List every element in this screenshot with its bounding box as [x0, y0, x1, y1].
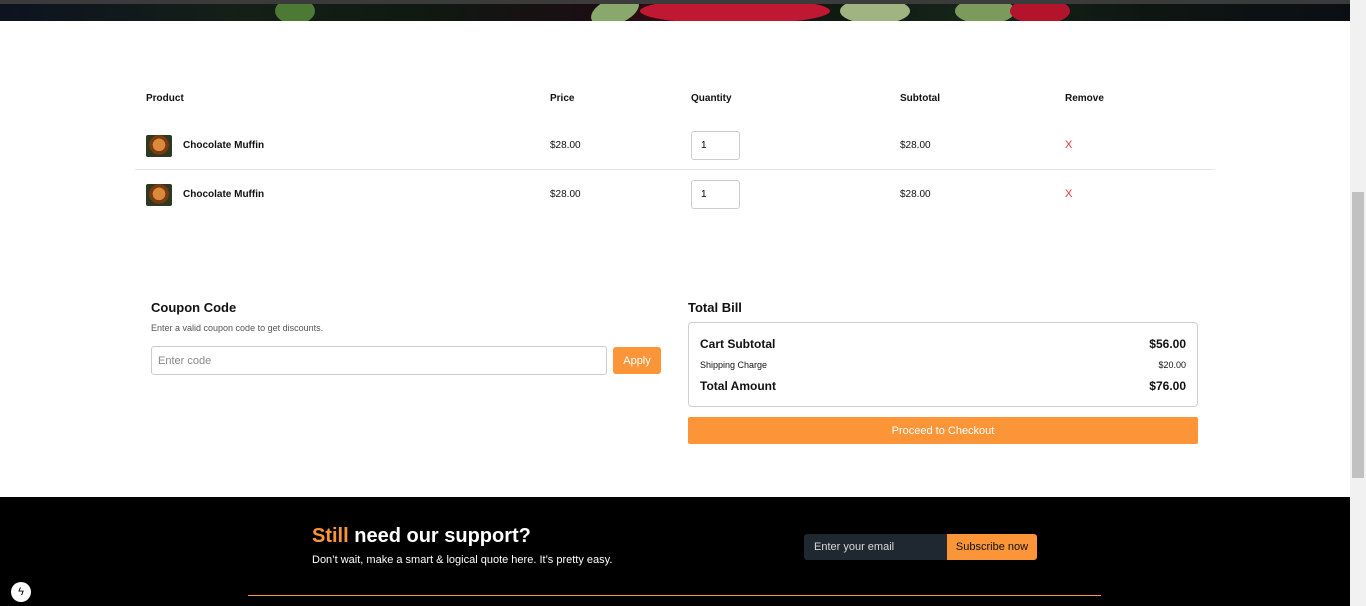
shipping-value: $20.00 — [1158, 360, 1186, 370]
header-subtotal: Subtotal — [900, 93, 940, 104]
total-amount-row: Total Amount $76.00 — [700, 379, 1186, 393]
hero-banner-image — [0, 4, 1350, 21]
subscribe-button[interactable]: Subscribe now — [947, 534, 1037, 560]
quantity-input[interactable] — [691, 180, 740, 209]
quantity-input[interactable] — [691, 131, 740, 160]
coupon-description: Enter a valid coupon code to get discoun… — [151, 323, 324, 333]
coupon-title: Coupon Code — [151, 300, 237, 315]
header-product: Product — [146, 93, 184, 104]
support-title: Still need our support? — [312, 525, 531, 548]
footer-divider — [248, 595, 1101, 596]
product-name: Chocolate Muffin — [183, 189, 265, 200]
product-subtotal: $28.00 — [900, 189, 931, 200]
lightning-icon[interactable]: ϟ — [11, 582, 31, 602]
muffin-thumbnail-icon — [146, 135, 172, 157]
footer-support: Still need our support? Don’t wait, make… — [0, 497, 1350, 606]
shipping-label: Shipping Charge — [700, 360, 768, 370]
cart-subtotal-row: Cart Subtotal $56.00 — [700, 337, 1186, 351]
proceed-to-checkout-button[interactable]: Proceed to Checkout — [688, 417, 1198, 444]
total-amount-label: Total Amount — [700, 379, 776, 393]
shipping-row: Shipping Charge $20.00 — [700, 360, 1186, 370]
table-row: Chocolate Muffin $28.00 $28.00 X — [135, 121, 1215, 170]
support-title-rest: need our support? — [354, 525, 531, 547]
product-name: Chocolate Muffin — [183, 140, 265, 151]
support-title-accent: Still — [312, 525, 349, 547]
product-price: $28.00 — [550, 189, 581, 200]
cart-subtotal-value: $56.00 — [1149, 337, 1186, 351]
product-subtotal: $28.00 — [900, 140, 931, 151]
header-quantity: Quantity — [691, 93, 732, 104]
remove-button[interactable]: X — [1065, 188, 1072, 200]
cart-subtotal-label: Cart Subtotal — [700, 337, 776, 351]
muffin-thumbnail-icon — [146, 184, 172, 206]
product-price: $28.00 — [550, 140, 581, 151]
header-price: Price — [550, 93, 575, 104]
header-remove: Remove — [1065, 93, 1104, 104]
total-bill-title: Total Bill — [688, 300, 742, 315]
email-input[interactable] — [804, 534, 947, 560]
table-row: Chocolate Muffin $28.00 $28.00 X — [135, 170, 1215, 219]
coupon-input[interactable] — [151, 346, 607, 375]
bill-summary: Cart Subtotal $56.00 Shipping Charge $20… — [688, 322, 1198, 407]
page-scrollbar[interactable] — [1350, 0, 1366, 606]
apply-coupon-button[interactable]: Apply — [613, 347, 661, 374]
scrollbar-thumb[interactable] — [1352, 192, 1364, 478]
support-subtitle: Don’t wait, make a smart & logical quote… — [312, 554, 613, 566]
total-amount-value: $76.00 — [1149, 379, 1186, 393]
remove-button[interactable]: X — [1065, 139, 1072, 151]
